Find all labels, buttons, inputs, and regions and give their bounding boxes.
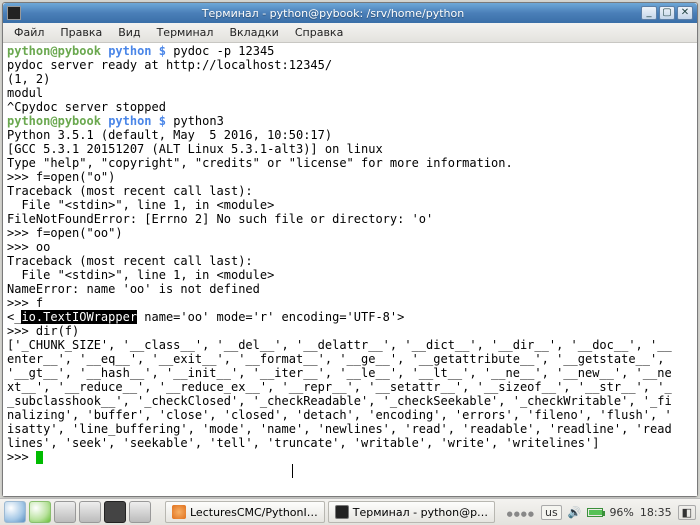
volume-icon[interactable]: 🔊 xyxy=(568,506,582,519)
terminal-cursor xyxy=(36,451,43,464)
text-caret-icon xyxy=(289,464,296,478)
keyboard-layout-indicator[interactable]: us xyxy=(541,505,562,520)
repl-line: >>> oo xyxy=(7,240,50,254)
repl-line: >>> f=open("o") xyxy=(7,170,115,184)
output-line: enter__', '__eq__', '__exit__', '__forma… xyxy=(7,352,664,366)
output-line: NameError: name 'oo' is not defined xyxy=(7,282,260,296)
window-minimize-button[interactable]: _ xyxy=(641,6,657,20)
menu-tabs[interactable]: Вкладки xyxy=(222,24,285,41)
menubar: Файл Правка Вид Терминал Вкладки Справка xyxy=(3,23,697,43)
clock[interactable]: 18:35 xyxy=(640,506,672,519)
output-line: nalizing', 'buffer', 'close', 'closed', … xyxy=(7,408,672,422)
start-button[interactable] xyxy=(4,501,26,523)
menu-terminal[interactable]: Терминал xyxy=(150,24,221,41)
menu-view[interactable]: Вид xyxy=(111,24,147,41)
output-line: isatty', 'line_buffering', 'mode', 'name… xyxy=(7,422,672,436)
output-line: [GCC 5.3.1 20151207 (ALT Linux 5.3.1-alt… xyxy=(7,142,383,156)
output-line: ['_CHUNK_SIZE', '__class__', '__del__', … xyxy=(7,338,672,352)
window-title: Терминал - python@pybook: /srv/home/pyth… xyxy=(25,7,641,20)
battery-icon[interactable] xyxy=(587,508,603,517)
menu-help[interactable]: Справка xyxy=(288,24,350,41)
repl-prompt: >>> xyxy=(7,450,36,464)
launcher-icon[interactable] xyxy=(79,501,101,523)
output-line: Traceback (most recent call last): xyxy=(7,254,253,268)
terminal-icon xyxy=(335,505,349,519)
prompt-user: python xyxy=(7,44,50,58)
task-label: Терминал - python@p… xyxy=(353,506,488,519)
menu-edit[interactable]: Правка xyxy=(53,24,109,41)
output-line: _subclasshook__', '_checkClosed', '_chec… xyxy=(7,394,672,408)
system-tray: us 🔊 96% 18:35 ◧ xyxy=(507,505,696,520)
terminal-viewport[interactable]: python@pybook python $ pydoc -p 12345 py… xyxy=(3,43,697,496)
repl-line: >>> dir(f) xyxy=(7,324,79,338)
output-line: modul xyxy=(7,86,43,100)
output-line: xt__', '__reduce__', '__reduce_ex__', '_… xyxy=(7,380,672,394)
output-line: lines', 'seek', 'seekable', 'tell', 'tru… xyxy=(7,436,599,450)
battery-percentage: 96% xyxy=(609,506,633,519)
output-line: Python 3.5.1 (default, May 5 2016, 10:50… xyxy=(7,128,332,142)
output-line: FileNotFoundError: [Errno 2] No such fil… xyxy=(7,212,433,226)
launcher-icon[interactable] xyxy=(29,501,51,523)
taskbar-task-browser[interactable]: LecturesCMC/PythonI… xyxy=(165,501,325,523)
launcher-terminal-icon[interactable] xyxy=(104,501,126,523)
output-line: ^Cpydoc server stopped xyxy=(7,100,166,114)
window-close-button[interactable]: ✕ xyxy=(677,6,693,20)
task-label: LecturesCMC/PythonI… xyxy=(190,506,318,519)
launcher-icon[interactable] xyxy=(54,501,76,523)
menu-file[interactable]: Файл xyxy=(7,24,51,41)
taskbar-task-terminal[interactable]: Терминал - python@p… xyxy=(328,501,495,523)
command-2: python3 xyxy=(173,114,224,128)
output-line: Type "help", "copyright", "credits" or "… xyxy=(7,156,513,170)
output-line: pydoc server ready at http://localhost:1… xyxy=(7,58,332,72)
prompt-host: pybook xyxy=(58,44,101,58)
command-1: pydoc -p 12345 xyxy=(173,44,274,58)
repl-line: >>> f=open("oo") xyxy=(7,226,123,240)
output-line: File "<stdin>", line 1, in <module> xyxy=(7,268,274,282)
output-line: (1, 2) xyxy=(7,72,50,86)
tray-indicators-icon[interactable] xyxy=(507,506,535,519)
highlighted-text: io.TextIOWrapper xyxy=(21,310,137,324)
terminal-window: Терминал - python@pybook: /srv/home/pyth… xyxy=(2,2,698,497)
repl-line: >>> f xyxy=(7,296,43,310)
titlebar[interactable]: Терминал - python@pybook: /srv/home/pyth… xyxy=(3,3,697,23)
output-line: '__gt__', '__hash__', '__init__', '__ite… xyxy=(7,366,672,380)
launcher-icon[interactable] xyxy=(129,501,151,523)
taskbar: LecturesCMC/PythonI… Терминал - python@p… xyxy=(0,498,700,525)
output-line: Traceback (most recent call last): xyxy=(7,184,253,198)
output-line: File "<stdin>", line 1, in <module> xyxy=(7,198,274,212)
window-maximize-button[interactable]: ▢ xyxy=(659,6,675,20)
window-terminal-icon xyxy=(7,6,21,20)
tray-button[interactable]: ◧ xyxy=(678,505,696,520)
firefox-icon xyxy=(172,505,186,519)
prompt-cwd: python xyxy=(108,44,151,58)
output-line: <_ xyxy=(7,310,21,324)
